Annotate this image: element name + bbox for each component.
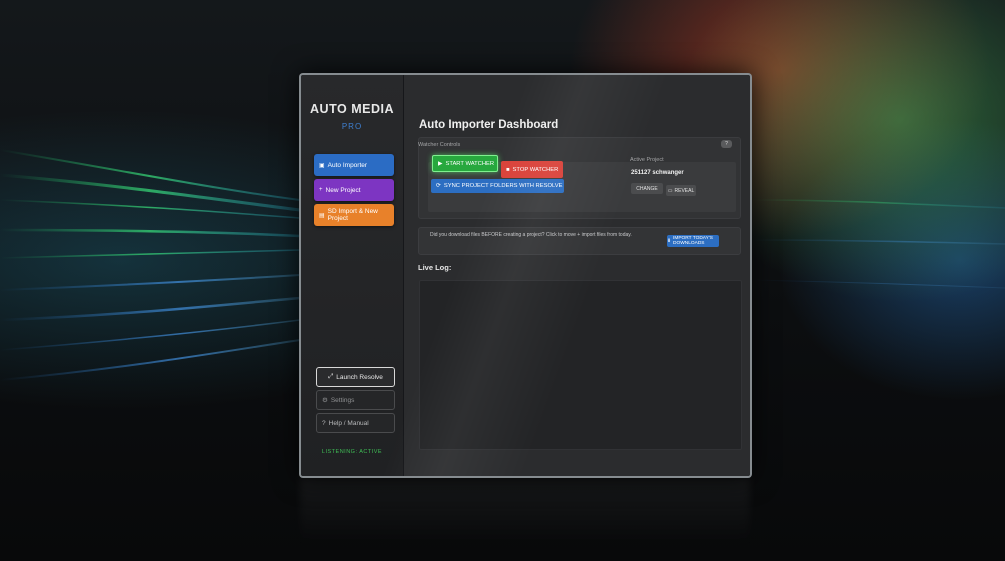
stop-watcher-button[interactable]: ■ STOP WATCHER (501, 161, 563, 178)
sync-folders-label: SYNC PROJECT FOLDERS WITH RESOLVE (443, 183, 563, 189)
active-project-label: Active Project (630, 157, 664, 163)
main-content: Auto Importer Dashboard ? Watcher Contro… (404, 75, 750, 476)
launch-resolve-label: Launch Resolve (336, 373, 383, 381)
sync-folders-button[interactable]: ⟳ SYNC PROJECT FOLDERS WITH RESOLVE (431, 179, 564, 193)
reveal-project-button[interactable]: ▭ REVEAL (666, 185, 696, 196)
change-project-button[interactable]: CHANGE (631, 183, 663, 194)
start-watcher-label: START WATCHER (445, 160, 495, 167)
reveal-label: REVEAL (674, 187, 695, 194)
sd-card-icon: ▤ (319, 212, 325, 219)
sidebar-item-label: New Project (325, 186, 361, 194)
gear-icon: ⚙ (322, 397, 328, 404)
active-project-value: 251127 schwanger (631, 170, 684, 176)
settings-label: Settings (330, 396, 355, 404)
help-manual-button[interactable]: ? Help / Manual (316, 413, 395, 433)
brand-subtitle: PRO (341, 122, 363, 131)
help-manual-label: Help / Manual (328, 419, 369, 427)
watcher-controls-label: Watcher Controls (418, 142, 461, 148)
import-banner-text: Did you download files BEFORE creating a… (430, 232, 632, 238)
play-icon: ▶ (438, 160, 443, 167)
sidebar-item-auto-importer[interactable]: ▣ Auto Importer (314, 154, 394, 176)
help-badge[interactable]: ? (721, 140, 732, 148)
sidebar-item-sd-import[interactable]: ▤ SD Import & New Project (314, 204, 394, 226)
sidebar-item-label: SD Import & New Project (327, 208, 378, 222)
floor-reflection (300, 476, 750, 546)
plus-icon: + (319, 187, 323, 193)
settings-button[interactable]: ⚙ Settings (316, 390, 395, 410)
launch-icon: ⤢ (328, 373, 334, 380)
stop-watcher-label: STOP WATCHER (512, 166, 559, 173)
folder-icon: ▭ (667, 187, 673, 194)
sidebar-item-new-project[interactable]: + New Project (314, 179, 394, 201)
app-window: AUTO MEDIA PRO ▣ Auto Importer + New Pro… (299, 73, 752, 478)
import-downloads-label: IMPORT TODAY'S DOWNLOADS (673, 236, 713, 246)
listening-status: LISTENING: ACTIVE (321, 449, 383, 455)
watcher-panel (418, 137, 741, 219)
live-log-area[interactable] (419, 280, 742, 450)
sidebar-item-label: Auto Importer (327, 161, 368, 169)
import-todays-downloads-button[interactable]: ⬇ IMPORT TODAY'S DOWNLOADS (667, 235, 719, 247)
start-watcher-button[interactable]: ▶ START WATCHER (432, 155, 498, 172)
stop-icon: ■ (506, 166, 510, 173)
download-icon: ⬇ (667, 238, 672, 244)
live-log-label: Live Log: (418, 263, 452, 272)
question-icon: ? (322, 419, 326, 427)
brand-title: AUTO MEDIA (310, 102, 394, 116)
folder-icon: ▣ (319, 162, 325, 169)
sidebar: AUTO MEDIA PRO ▣ Auto Importer + New Pro… (301, 75, 404, 476)
page-title: Auto Importer Dashboard (419, 119, 559, 131)
launch-resolve-button[interactable]: ⤢ Launch Resolve (316, 367, 395, 387)
sync-icon: ⟳ (436, 183, 441, 189)
